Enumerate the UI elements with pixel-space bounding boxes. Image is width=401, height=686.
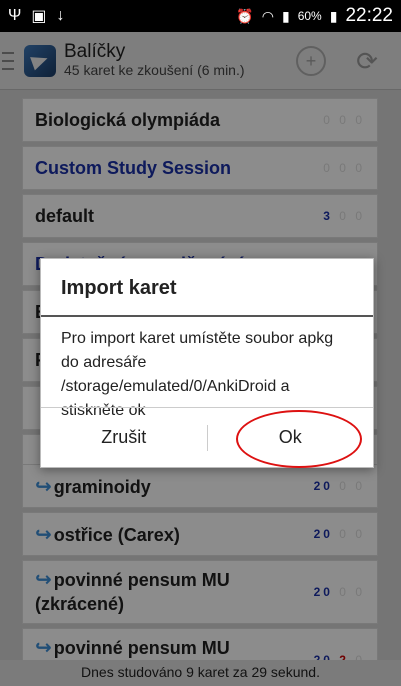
- battery-level: 60%: [297, 9, 322, 23]
- cancel-button-label: Zrušit: [101, 427, 147, 447]
- download-icon: ↓: [56, 7, 65, 24]
- cancel-button[interactable]: Zrušit: [41, 408, 207, 467]
- usb-icon: Ψ: [8, 7, 22, 24]
- dialog-button-bar: Zrušit Ok: [41, 407, 374, 468]
- image-icon: ▣: [31, 8, 47, 25]
- annotation-circle: [235, 410, 362, 468]
- battery-icon: ▮: [329, 7, 338, 24]
- dialog-title: Import karet: [41, 259, 373, 317]
- import-dialog: Import karet Pro import karet umístěte s…: [40, 258, 374, 468]
- ok-button[interactable]: Ok: [208, 408, 374, 468]
- status-bar: Ψ ▣ ↓ ⏰ ◠ ▮ 60% ▮ 22:22: [0, 0, 401, 32]
- signal-icon: ▮: [281, 7, 290, 24]
- alarm-icon: ⏰: [236, 7, 254, 24]
- clock: 22:22: [345, 5, 393, 26]
- wifi-icon: ◠: [261, 7, 274, 24]
- app-screen: Ψ ▣ ↓ ⏰ ◠ ▮ 60% ▮ 22:22 Balíčky 45 karet…: [0, 0, 401, 686]
